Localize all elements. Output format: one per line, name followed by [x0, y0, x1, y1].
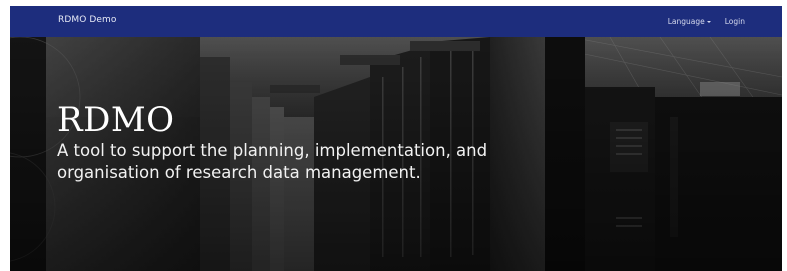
- hero-subtitle: A tool to support the planning, implemen…: [57, 141, 488, 182]
- brand-link[interactable]: RDMO Demo: [58, 15, 117, 25]
- top-navbar: RDMO Demo Language Login: [10, 6, 782, 37]
- language-label: Language: [667, 17, 705, 26]
- hero-text: RDMO A tool to support the planning, imp…: [57, 102, 507, 184]
- caret-down-icon: [706, 20, 711, 23]
- page: RDMO Demo Language Login RDMO A tool to …: [10, 6, 782, 271]
- language-dropdown[interactable]: Language: [668, 17, 711, 26]
- hero-title: RDMO: [57, 100, 175, 140]
- hero-banner: RDMO A tool to support the planning, imp…: [10, 37, 782, 271]
- login-link[interactable]: Login: [725, 17, 745, 26]
- navbar-right-menu: Language Login: [668, 6, 745, 37]
